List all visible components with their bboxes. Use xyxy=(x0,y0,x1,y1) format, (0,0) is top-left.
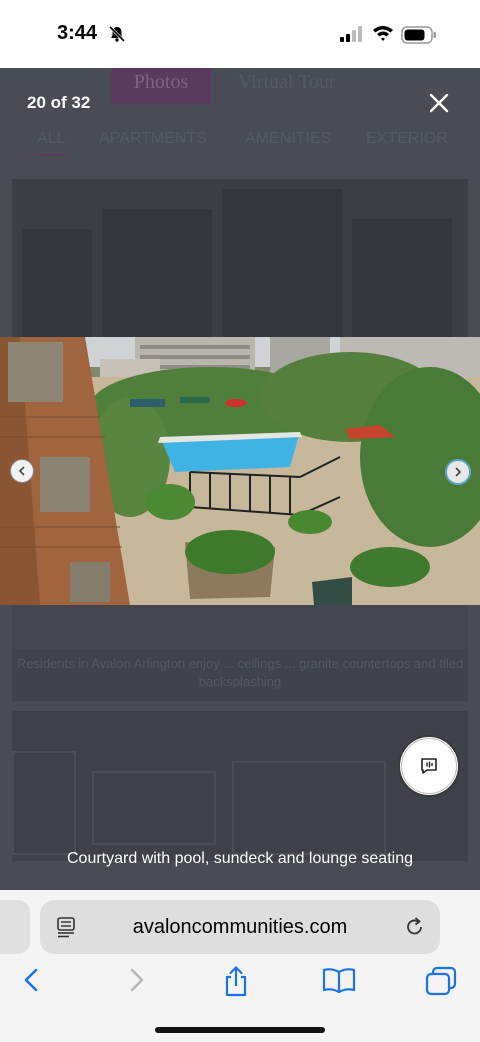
back-icon[interactable] xyxy=(20,966,44,994)
tab-photos: Photos xyxy=(111,68,211,104)
filter-exterior: EXTERIOR xyxy=(366,130,448,147)
status-bar: 3:44 xyxy=(0,0,480,68)
url-text: avaloncommunities.com xyxy=(132,916,348,938)
wifi-icon xyxy=(373,26,393,41)
reload-icon[interactable] xyxy=(404,916,426,938)
address-bar[interactable]: avaloncommunities.com xyxy=(40,900,440,954)
tab-virtual-tour: Virtual Tour xyxy=(238,71,336,93)
filter-all: ALL xyxy=(37,130,66,147)
background-photo-buildings xyxy=(12,179,468,337)
chevron-left-icon xyxy=(18,466,25,476)
bookmarks-icon[interactable] xyxy=(322,966,356,994)
browser-toolbar: avaloncommunities.com xyxy=(0,890,480,1042)
previous-tab-pill[interactable] xyxy=(0,900,30,954)
photo-counter: 20 of 32 xyxy=(27,93,91,112)
background-photo-interior xyxy=(12,711,468,861)
background-photo-caption: Residents in Avalon Arlington enjoy ... … xyxy=(12,649,468,701)
battery-icon xyxy=(401,26,436,44)
chat-button[interactable] xyxy=(398,735,460,797)
forward-icon[interactable] xyxy=(124,966,148,994)
share-icon[interactable] xyxy=(222,966,250,998)
filter-apartments: APARTMENTS xyxy=(99,130,207,147)
courtyard-pool-photo xyxy=(0,337,480,605)
chat-bubble-icon xyxy=(421,758,437,774)
close-icon[interactable] xyxy=(428,92,450,114)
status-time: 3:44 xyxy=(57,22,98,44)
bell-slash-icon xyxy=(108,25,126,43)
home-indicator xyxy=(155,1027,325,1033)
background-photo-strip xyxy=(12,605,468,649)
filter-amenities: AMENITIES xyxy=(245,130,332,147)
chevron-right-icon xyxy=(455,467,462,477)
tabs-icon[interactable] xyxy=(425,966,457,996)
next-photo-button[interactable] xyxy=(445,459,471,485)
photo-caption: Courtyard with pool, sundeck and lounge … xyxy=(67,850,413,867)
chat-button-ring xyxy=(401,738,457,794)
filter-active-underline xyxy=(37,154,67,156)
cellular-signal-icon xyxy=(340,26,362,42)
previous-photo-button[interactable] xyxy=(10,459,34,483)
